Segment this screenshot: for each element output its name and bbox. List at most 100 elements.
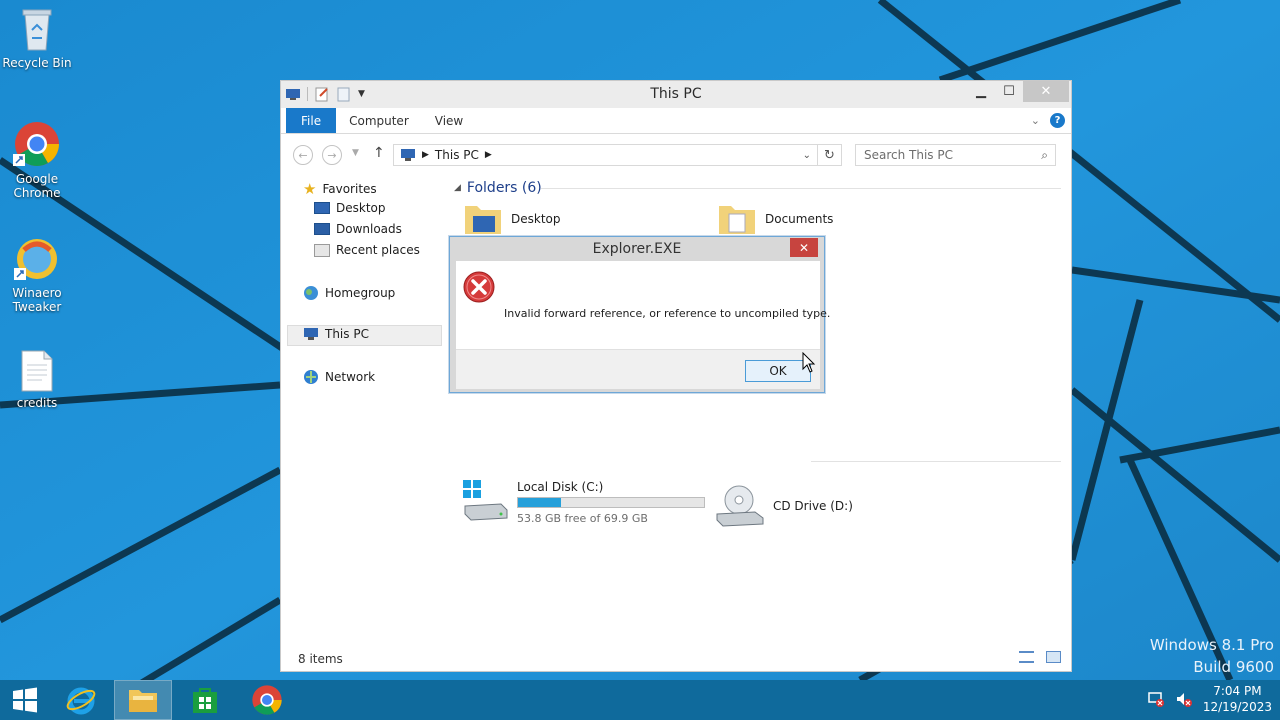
- desktop-icon-label: Recycle Bin: [2, 56, 72, 70]
- minimize-button[interactable]: ▁: [967, 81, 995, 102]
- drive-item-local-disk-c[interactable]: Local Disk (C:) 53.8 GB free of 69.9 GB: [461, 478, 705, 525]
- taskbar-chrome[interactable]: [238, 680, 296, 720]
- dialog-body: Invalid forward reference, or reference …: [456, 261, 830, 349]
- documents-folder-icon: [719, 206, 755, 234]
- dialog-title: Explorer.EXE: [592, 241, 682, 257]
- downloads-folder-icon: [314, 223, 330, 235]
- nav-item-desktop[interactable]: Desktop: [314, 201, 386, 215]
- tab-file[interactable]: File: [286, 108, 337, 133]
- nav-item-recent-places[interactable]: Recent places: [314, 243, 420, 257]
- status-bar: 8 items: [281, 645, 1071, 671]
- nav-item-network[interactable]: Network: [303, 369, 375, 385]
- nav-item-label: Desktop: [336, 201, 386, 215]
- breadcrumb-this-pc[interactable]: This PC: [435, 148, 479, 162]
- watermark-build: Build 9600: [1193, 658, 1274, 676]
- recent-locations-chevron-icon[interactable]: ▼: [352, 148, 359, 158]
- winaero-tweaker-icon: [14, 239, 57, 280]
- folder-item-desktop[interactable]: Desktop: [463, 202, 561, 236]
- folders-group-label: Folders (6): [466, 180, 542, 196]
- back-button[interactable]: ←: [293, 145, 313, 165]
- details-view-icon[interactable]: [1019, 651, 1034, 663]
- internet-explorer-icon: [66, 687, 96, 715]
- desktop-icon-google-chrome[interactable]: Google Chrome: [0, 120, 74, 200]
- desktop-icon-label: credits: [16, 396, 58, 410]
- forward-button[interactable]: →: [322, 145, 342, 165]
- desktop-icon-label: Google Chrome: [13, 172, 61, 200]
- error-icon: [463, 271, 495, 303]
- network-icon: [304, 370, 318, 384]
- desktop-folder-icon: [465, 206, 501, 234]
- chrome-icon: [252, 685, 282, 715]
- desktop-icon-recycle-bin[interactable]: Recycle Bin: [0, 6, 74, 70]
- dialog-close-button[interactable]: ✕: [790, 238, 818, 257]
- drive-item-cd-drive-d[interactable]: CD Drive (D:): [715, 484, 853, 528]
- network-status-icon[interactable]: [1147, 690, 1165, 708]
- homegroup-icon: [304, 286, 318, 300]
- folder-name: Desktop: [511, 212, 561, 226]
- window-titlebar[interactable]: ▼ This PC ▁ ☐ ✕: [281, 81, 1071, 108]
- navigation-pane: ★ Favorites Desktop Downloads Recent pla…: [281, 176, 443, 646]
- nav-item-label: This PC: [325, 327, 369, 341]
- local-disk-icon: [463, 480, 508, 521]
- taskbar-file-explorer[interactable]: [114, 680, 172, 720]
- address-dropdown-icon[interactable]: ⌄: [803, 150, 811, 161]
- desktop-folder-icon: [314, 202, 330, 214]
- start-icon: [13, 687, 37, 713]
- taskbar-store[interactable]: [176, 680, 234, 720]
- up-arrow-icon[interactable]: ↑: [373, 145, 385, 161]
- item-count: 8 items: [298, 652, 343, 666]
- nav-item-homegroup[interactable]: Homegroup: [303, 285, 395, 301]
- start-button[interactable]: [0, 680, 50, 720]
- group-divider: [811, 461, 1061, 462]
- computer-icon: [401, 149, 415, 161]
- desktop-icon-label: Winaero Tweaker: [12, 286, 62, 314]
- search-placeholder: Search This PC: [864, 148, 953, 162]
- ribbon-tabs: File Computer View ⌄ ?: [281, 108, 1071, 134]
- folder-item-documents[interactable]: Documents: [717, 202, 833, 236]
- breadcrumb-separator-icon[interactable]: ▶: [485, 150, 492, 160]
- recycle-bin-icon: [22, 9, 52, 51]
- tab-computer[interactable]: Computer: [336, 108, 422, 133]
- folder-name: Documents: [765, 212, 834, 226]
- text-document-icon: [21, 350, 53, 392]
- nav-item-label: Homegroup: [325, 286, 396, 300]
- dialog-titlebar[interactable]: Explorer.EXE ✕: [450, 237, 824, 260]
- tab-view[interactable]: View: [422, 108, 476, 133]
- search-input[interactable]: Search This PC ⌕: [855, 144, 1056, 166]
- window-title: This PC: [650, 86, 702, 102]
- large-icons-view-icon[interactable]: [1046, 651, 1061, 663]
- mouse-cursor-icon: [802, 352, 816, 373]
- desktop-icon-credits[interactable]: credits: [0, 350, 74, 410]
- cd-drive-icon: [716, 485, 764, 527]
- recent-places-icon: [314, 243, 330, 257]
- refresh-button[interactable]: ↻: [818, 144, 842, 166]
- folders-group-header[interactable]: ◢ Folders (6): [454, 180, 542, 196]
- expand-ribbon-chevron-icon[interactable]: ⌄: [1031, 114, 1040, 127]
- nav-item-downloads[interactable]: Downloads: [314, 222, 402, 236]
- star-icon: ★: [303, 180, 317, 198]
- ribbon-right-controls: ⌄ ?: [1031, 113, 1065, 128]
- error-dialog: Explorer.EXE ✕ Invalid forward reference…: [449, 236, 830, 393]
- help-icon[interactable]: ?: [1050, 113, 1065, 128]
- breadcrumb-separator-icon[interactable]: ▶: [422, 150, 429, 160]
- close-button[interactable]: ✕: [1023, 81, 1069, 102]
- nav-item-label: Recent places: [336, 243, 420, 257]
- file-explorer-icon: [129, 690, 157, 712]
- taskbar-internet-explorer[interactable]: [52, 680, 110, 720]
- watermark-edition: Windows 8.1 Pro: [1149, 636, 1274, 654]
- drive-usage-bar: [517, 497, 705, 508]
- taskbar-clock[interactable]: 7:04 PM 12/19/2023: [1203, 683, 1272, 715]
- caption-buttons: ▁ ☐ ✕: [967, 81, 1069, 102]
- volume-muted-icon[interactable]: [1175, 690, 1193, 708]
- search-icon[interactable]: ⌕: [1041, 148, 1048, 163]
- nav-item-label: Favorites: [322, 182, 377, 196]
- desktop-icon-winaero-tweaker[interactable]: Winaero Tweaker: [0, 236, 74, 314]
- view-switcher: [1019, 651, 1061, 663]
- store-icon: [193, 688, 217, 713]
- nav-item-this-pc[interactable]: This PC: [303, 327, 369, 341]
- collapse-triangle-icon: ◢: [454, 183, 461, 193]
- dialog-footer: OK: [456, 349, 820, 389]
- address-bar[interactable]: ▶ This PC ▶ ⌄: [393, 144, 818, 166]
- nav-item-favorites[interactable]: ★ Favorites: [303, 180, 377, 198]
- maximize-button[interactable]: ☐: [995, 81, 1023, 102]
